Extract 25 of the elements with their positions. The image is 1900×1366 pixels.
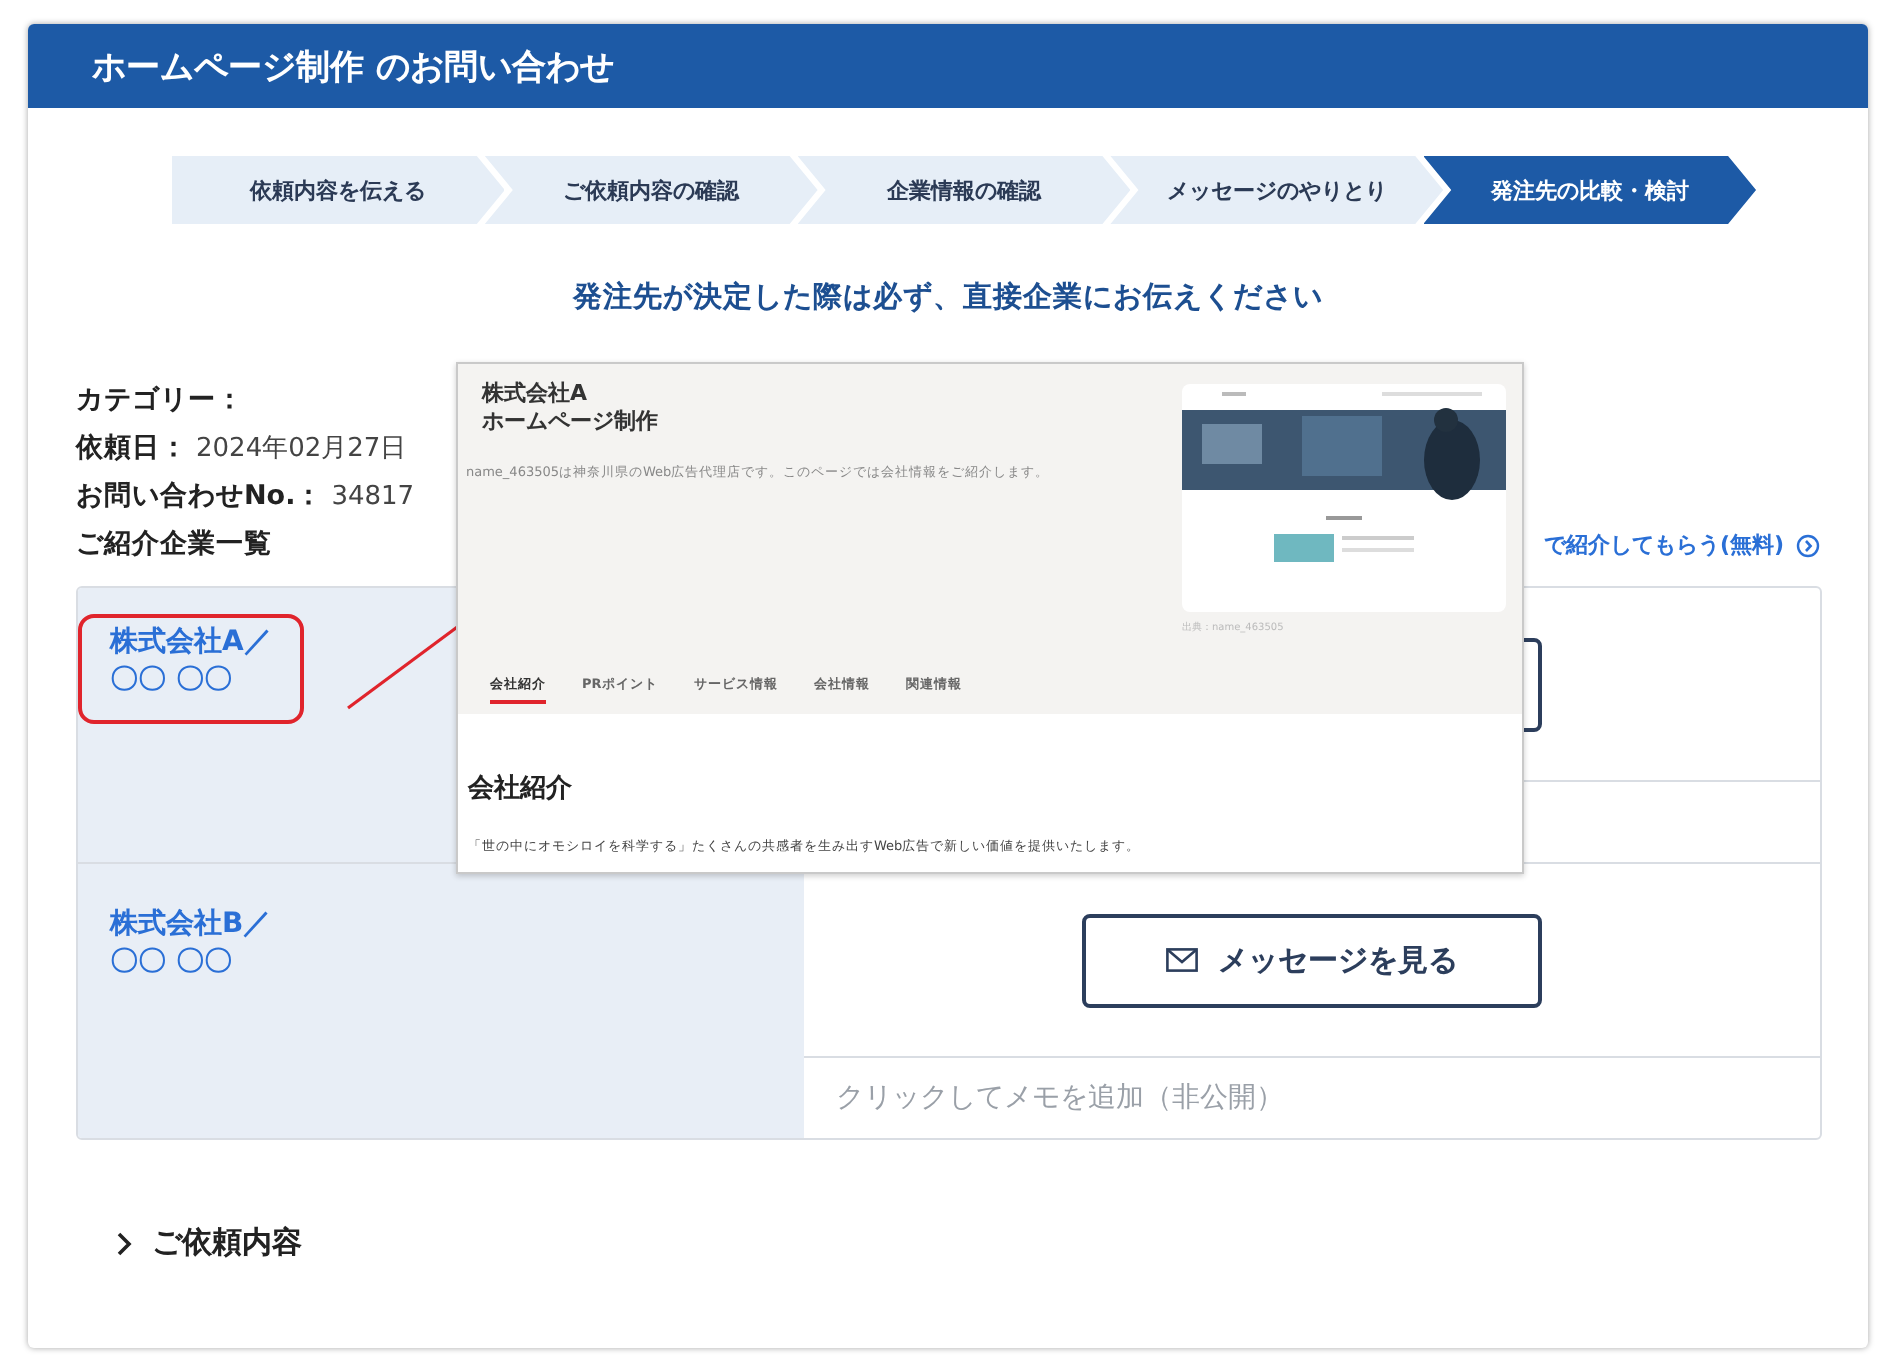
list-title: ご紹介企業一覧: [76, 526, 272, 562]
info-label: カテゴリー：: [76, 382, 244, 418]
chevron-circle-icon: [1796, 533, 1820, 557]
progress-step: メッセージのやりとり: [1110, 156, 1444, 224]
preview-service-name: ホームページ制作: [480, 408, 660, 436]
progress-step: 依頼内容を伝える: [172, 156, 505, 224]
notice-text: 発注先が決定した際は必ず、直接企業にお伝えください: [570, 279, 1325, 316]
progress-step: 企業情報の確認: [797, 156, 1131, 224]
page-title: ホームページ制作 のお問い合わせ: [92, 45, 614, 89]
info-value: 34817: [331, 482, 415, 512]
referral-link[interactable]: で紹介してもらう(無料): [1543, 530, 1820, 560]
company-name-link[interactable]: 株式会社B／ 〇〇 〇〇: [78, 896, 304, 1002]
chevron-icon: [116, 1231, 132, 1255]
section-heading: 会社紹介: [468, 772, 574, 806]
progress-step: 発注先の比較・検討: [1423, 156, 1757, 224]
progress-step: ご依頼内容の確認: [484, 156, 818, 224]
info-label: お問い合わせNo.：: [76, 478, 324, 514]
info-label: 依頼日：: [76, 430, 188, 466]
message-button[interactable]: メッセージを見る: [1082, 913, 1542, 1007]
company-name-link[interactable]: 株式会社A／ 〇〇 〇〇: [78, 614, 304, 724]
details-toggle[interactable]: ご依頼内容: [116, 1224, 302, 1262]
envelope-icon: [1166, 948, 1198, 972]
preview-company-name: 株式会社A: [479, 380, 590, 408]
info-value: 2024年02月27日: [196, 432, 407, 466]
memo-field[interactable]: クリックしてメモを追加（非公開）: [804, 1058, 1820, 1138]
